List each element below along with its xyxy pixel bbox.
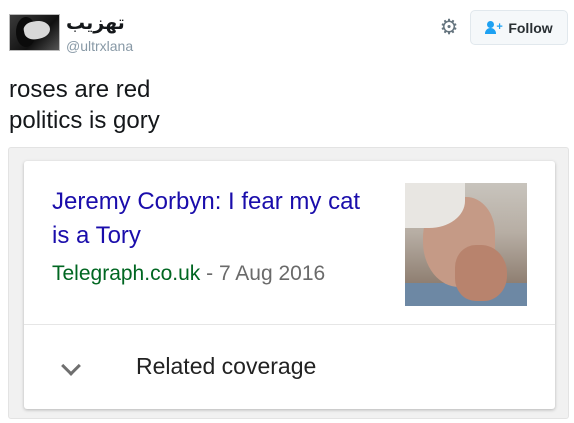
tweet-line: roses are red [9,76,151,103]
news-date: 7 Aug 2016 [218,262,326,285]
source-line: Telegraph.co.uk - 7 Aug 2016 [52,262,325,286]
news-headline[interactable]: Jeremy Corbyn: I fear my cat is a Tory [52,185,382,253]
related-coverage-label[interactable]: Related coverage [136,353,316,380]
user-handle[interactable]: @ultrxlana [66,38,133,54]
news-source[interactable]: Telegraph.co.uk [52,262,200,285]
card-divider [24,324,555,325]
display-name[interactable]: تهزيب [66,12,125,34]
gear-icon[interactable]: ⚙ [438,17,460,39]
news-card[interactable]: Jeremy Corbyn: I fear my cat is a Tory T… [24,161,555,409]
follow-label: Follow [508,19,553,36]
source-separator: - [200,262,219,285]
add-person-icon: + [485,20,503,35]
follow-button[interactable]: + Follow [470,10,568,45]
tweet-line: politics is gory [9,107,160,134]
news-thumbnail[interactable] [405,183,527,306]
tweet-text: roses are red politics is gory [9,74,160,136]
chevron-down-icon[interactable] [61,356,81,376]
avatar[interactable] [9,14,60,51]
